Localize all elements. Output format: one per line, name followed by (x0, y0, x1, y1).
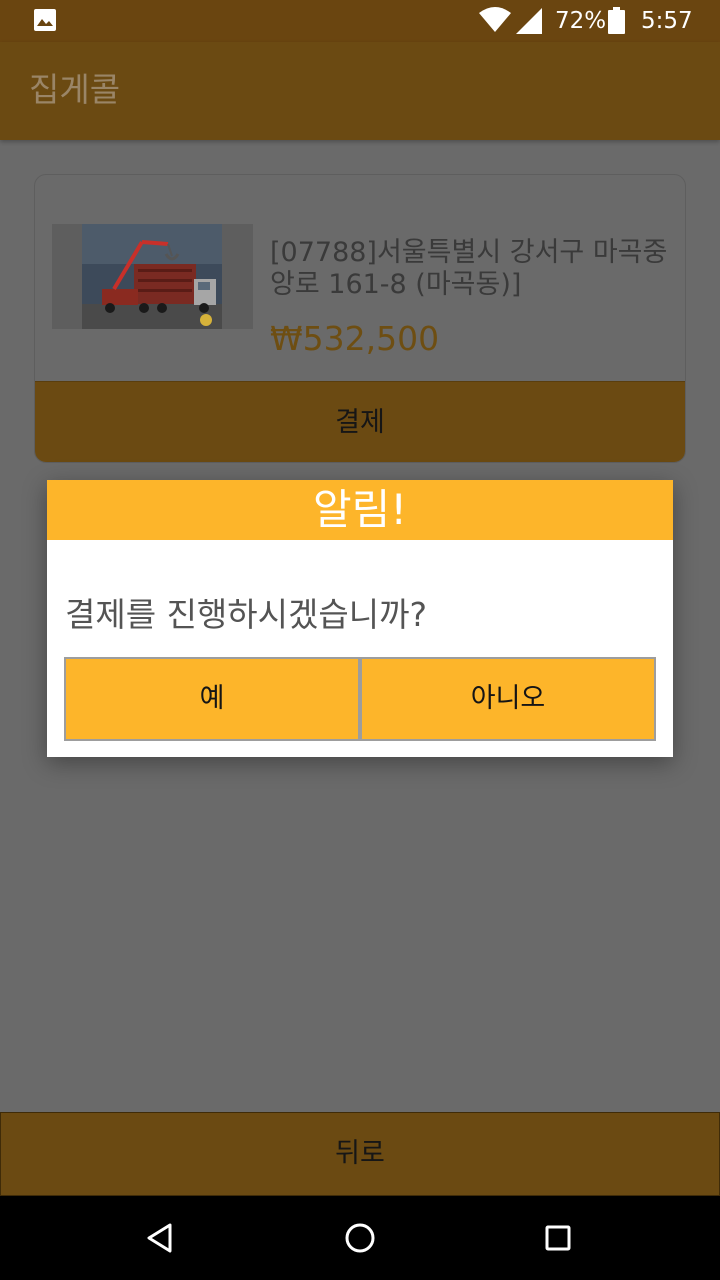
clock: 5:57 (641, 8, 693, 34)
back-button[interactable]: 뒤로 (0, 1112, 720, 1196)
dialog-buttons: 예 아니오 (64, 657, 656, 741)
no-button[interactable]: 아니오 (360, 657, 656, 741)
truck-photo (82, 224, 222, 329)
cell-signal-icon (516, 8, 542, 34)
wifi-icon (479, 7, 511, 32)
app-bar: 집게콜 (0, 42, 720, 140)
dialog-message: 결제를 진행하시겠습니까? (65, 595, 427, 634)
yes-button[interactable]: 예 (64, 657, 360, 741)
dialog-title: 알림! (312, 485, 408, 534)
app-title: 집게콜 (29, 70, 121, 109)
battery-percent: 72% (555, 8, 607, 34)
confirm-dialog: 알림! 결제를 진행하시겠습니까? 예 아니오 (47, 480, 673, 757)
status-bar: 72% 5:57 (0, 0, 720, 42)
order-address: [07788]서울특별시 강서구 마곡중앙로 161-8 (마곡동)] (270, 237, 668, 300)
recents-square-icon[interactable] (536, 1216, 580, 1260)
system-nav-bar (0, 1196, 720, 1280)
order-price: ₩532,500 (270, 319, 440, 358)
image-notification-icon (34, 9, 56, 31)
back-triangle-icon[interactable] (138, 1216, 182, 1260)
battery-icon (608, 7, 625, 34)
pay-button[interactable]: 결제 (35, 381, 685, 462)
dialog-header: 알림! (47, 480, 673, 540)
truck-thumbnail (52, 224, 253, 329)
home-circle-icon[interactable] (338, 1216, 382, 1260)
order-card: [07788]서울특별시 강서구 마곡중앙로 161-8 (마곡동)] ₩532… (34, 174, 686, 463)
